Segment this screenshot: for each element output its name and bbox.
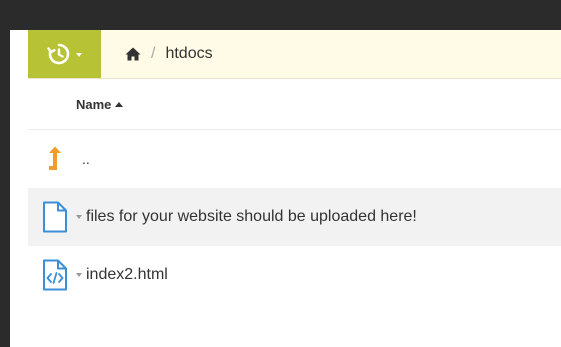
row-menu-caret[interactable] (76, 215, 82, 219)
table-header: Name (28, 79, 561, 130)
file-name-link[interactable]: files for your website should be uploade… (86, 208, 417, 226)
file-name-link[interactable]: index2.html (86, 266, 168, 284)
breadcrumb-separator: / (151, 45, 156, 62)
file-manager-panel: / htdocs Name .. files for your website … (28, 30, 561, 347)
file-icon (40, 200, 70, 234)
history-button[interactable] (28, 30, 101, 78)
breadcrumb-htdocs[interactable]: htdocs (165, 45, 212, 63)
breadcrumb: / htdocs (125, 30, 213, 78)
table-row[interactable]: files for your website should be uploade… (28, 188, 561, 246)
parent-directory-link[interactable]: .. (82, 151, 90, 167)
left-edge (0, 0, 10, 347)
row-menu-caret[interactable] (76, 273, 82, 277)
code-file-icon (40, 258, 70, 292)
top-strip (0, 0, 561, 30)
history-icon (47, 43, 70, 65)
chevron-down-icon (76, 53, 82, 57)
up-arrow-icon (40, 142, 70, 176)
sort-ascending-icon (115, 101, 124, 107)
toolbar: / htdocs (28, 30, 561, 79)
home-icon[interactable] (125, 47, 141, 61)
table-row[interactable]: index2.html (28, 246, 561, 304)
table-row[interactable]: .. (28, 130, 561, 188)
column-header-label: Name (76, 96, 112, 112)
column-header-name[interactable]: Name (76, 96, 124, 112)
